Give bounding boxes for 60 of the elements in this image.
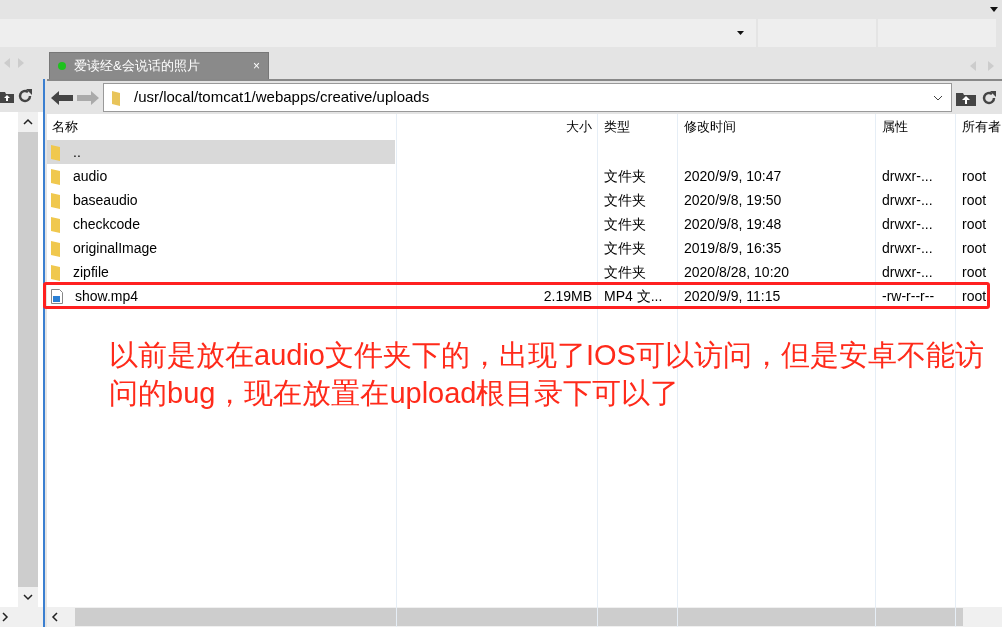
video-file-icon	[51, 288, 63, 304]
file-name-cell[interactable]: ..	[47, 140, 395, 164]
column-header[interactable]: 类型	[604, 117, 630, 137]
folder-icon	[51, 263, 61, 281]
table-cell-text: root	[961, 190, 988, 210]
table-cell-text: 2020/9/8, 19:48	[683, 214, 783, 234]
dropdown-icon[interactable]	[990, 7, 998, 12]
file-name-cell[interactable]: originalImage	[47, 236, 395, 260]
column-header[interactable]: 修改时间	[684, 117, 736, 137]
path-text: /usr/local/tomcat1/webapps/creative/uploads	[134, 87, 431, 108]
table-cell-text: root	[961, 286, 988, 306]
table-cell-text: 2020/9/9, 10:47	[683, 166, 783, 186]
folder-icon	[51, 191, 61, 209]
table-cell-text: drwxr-...	[881, 214, 934, 234]
table-cell-text: 2020/8/28, 10:20	[683, 262, 791, 282]
scroll-right-icon[interactable]	[0, 612, 10, 622]
horizontal-scrollbar-thumb[interactable]	[75, 608, 963, 626]
folder-icon	[112, 89, 122, 106]
annotation-text: 以前是放在audio文件夹下的，出现了IOS可以访问，但是安卓不能访问的bug，现在放置在upload根目录下可以了	[109, 338, 985, 411]
column-header[interactable]: 大小	[566, 117, 592, 137]
table-cell-text: drwxr-...	[881, 166, 934, 186]
file-name-cell[interactable]: checkcode	[47, 212, 395, 236]
folder-icon	[51, 167, 61, 185]
tab-label: 爱读经&会说话的照片	[74, 57, 201, 76]
table-cell-text: root	[961, 166, 988, 186]
table-cell-text: drwxr-...	[881, 262, 934, 282]
table-cell-text: 文件夹	[603, 190, 647, 210]
table-cell-text: drwxr-...	[881, 238, 934, 258]
table-cell-text: 2020/9/9, 11:15	[683, 286, 782, 306]
table-cell-text: root	[961, 262, 988, 282]
file-name-cell[interactable]: zipfile	[47, 260, 395, 284]
folder-icon	[51, 239, 61, 257]
column-header[interactable]: 名称	[52, 117, 78, 137]
folder-icon	[51, 143, 61, 161]
column-header[interactable]: 所有者	[962, 117, 1001, 137]
table-cell-text: 文件夹	[603, 262, 647, 282]
table-cell-text: 2019/8/9, 16:35	[683, 238, 783, 258]
file-name-cell[interactable]: audio	[47, 164, 395, 188]
refresh-icon[interactable]	[980, 88, 998, 107]
back-arrow-icon[interactable]	[51, 89, 73, 106]
table-cell-text: root	[961, 214, 988, 234]
file-name-cell[interactable]: baseaudio	[47, 188, 395, 212]
table-cell-text: 文件夹	[603, 214, 647, 234]
table-cell-text: -rw-r--r--	[881, 286, 936, 306]
table-cell-text: drwxr-...	[881, 190, 934, 210]
dropdown-icon	[737, 31, 744, 35]
table-cell-text: 2020/9/8, 19:50	[683, 190, 783, 210]
chevron-down-icon[interactable]	[933, 94, 943, 101]
table-cell-text: MP4 文...	[603, 286, 664, 306]
file-name-cell[interactable]: show.mp4	[47, 284, 395, 308]
refresh-icon[interactable]	[16, 86, 34, 105]
table-cell-text: root	[961, 238, 988, 258]
path-field[interactable]: /usr/local/tomcat1/webapps/creative/uploads	[103, 83, 952, 112]
table-cell-text: 文件夹	[603, 166, 647, 186]
scrollbar-thumb[interactable]	[18, 132, 38, 587]
table-cell-text: 文件夹	[603, 238, 647, 258]
column-header[interactable]: 属性	[882, 117, 908, 137]
folder-icon	[51, 215, 61, 233]
toolbar-field[interactable]	[0, 19, 756, 47]
table-cell-text: 2.19MB	[542, 286, 593, 306]
